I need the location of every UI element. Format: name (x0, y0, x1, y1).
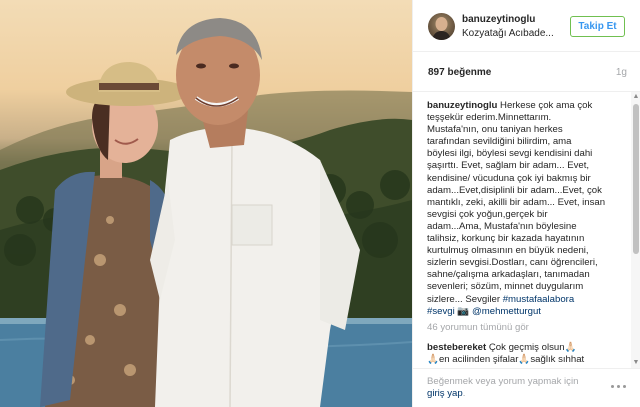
caption-line: talihsiz, korkunç bir kazada hayatının (427, 233, 585, 245)
likes-count[interactable]: 897 beğenme (428, 67, 491, 78)
scroll-down-arrow-icon[interactable]: ▼ (631, 358, 640, 368)
comments-scrollbar[interactable]: ▲ ▼ (631, 92, 640, 368)
caption-line: sevgisi çok yoğun,gerçek bir (427, 208, 548, 220)
follow-button[interactable]: Takip Et (570, 16, 625, 37)
post-time[interactable]: 1g (616, 67, 627, 78)
post-photo[interactable] (0, 0, 412, 407)
username-link[interactable]: banuzeytinoglu (462, 14, 535, 25)
caption-line: adam...Ama, Mustafa'nın böylesine (427, 220, 577, 232)
comment-username[interactable]: bestebereket (427, 342, 486, 353)
comment-text: Çok geçmiş olsun🙏🏻 (486, 342, 577, 353)
location-link[interactable]: Kozyatağı Acıbade... (462, 28, 557, 39)
login-prompt: Beğenmek veya yorum yapmak için giriş ya… (427, 376, 579, 399)
post-side-panel: banuzeytinoglu Kozyatağı Acıbade... Taki… (412, 0, 640, 407)
caption-line: sevenleri; sözüm, minnet duygularım (427, 281, 584, 293)
camera-icon: 📷 (457, 305, 470, 317)
caption-line: tarafından sevildiğini bilirdim, ama (427, 136, 572, 148)
post-header: banuzeytinoglu Kozyatağı Acıbade... Taki… (413, 0, 640, 52)
caption-line: adam...Evet,disiplinli bir adam...Evet, … (427, 184, 602, 196)
caption-line: sizlerin sevgisi.Dostları, canı öğrencil… (427, 257, 598, 269)
caption-username[interactable]: banuzeytinoglu (427, 100, 497, 111)
comments-list: banuzeytinoglu Herkese çok ama çok teşşe… (413, 92, 631, 368)
caption-line-1: banuzeytinoglu Herkese çok ama çok (427, 100, 593, 111)
scroll-up-arrow-icon[interactable]: ▲ (631, 92, 640, 102)
caption-line-last: sizlere... Sevgiler #mustafaalabora (427, 293, 575, 305)
comment-text: 🙏🏻en acilinden şifalar🙏🏻sağlık sıhhat (427, 354, 585, 366)
photo-illustration (0, 18, 412, 407)
caption-line: sahne/çalışma arkadaşları, tanımadan (427, 269, 590, 281)
comment-item: bestebereket Çok geçmiş olsun🙏🏻 🙏🏻en aci… (427, 342, 627, 366)
caption-line: kendisine/ vücuduna çok iyi bakmış bir (427, 172, 591, 184)
login-link[interactable]: giriş yap (427, 388, 463, 399)
hashtag-link[interactable]: #sevgi (427, 306, 455, 317)
caption-line: teşşekür ederim.Minnettarım. (427, 112, 552, 124)
avatar[interactable] (428, 13, 455, 40)
view-all-comments-link[interactable]: 46 yorumun tümünü gör (427, 322, 529, 333)
caption-line: mantıklı, zeki, akilli bir adam... Evet,… (427, 196, 606, 208)
post-footer: Beğenmek veya yorum yapmak için giriş ya… (413, 368, 640, 407)
post-caption: banuzeytinoglu Herkese çok ama çok teşşe… (427, 100, 627, 318)
caption-line: Mustafa'nın, onu taniyan herkes (427, 124, 563, 136)
more-options-icon[interactable] (611, 381, 627, 391)
caption-line: böylesi ilgi, böylesi sevgi kendisini da… (427, 148, 593, 160)
caption-line-tags: #sevgi 📷 @mehmetturgut (427, 306, 627, 318)
mention-link[interactable]: @mehmetturgut (472, 306, 541, 317)
caption-line: kurtulmuş olmasının en büyük nedeni, (427, 245, 589, 257)
likes-row: 897 beğenme 1g (413, 52, 640, 92)
scrollbar-thumb[interactable] (633, 104, 639, 254)
hashtag-link[interactable]: #mustafaalabora (503, 294, 574, 305)
caption-line: şaşırttı. Evet, sağlam bir adam... Evet, (427, 160, 590, 172)
